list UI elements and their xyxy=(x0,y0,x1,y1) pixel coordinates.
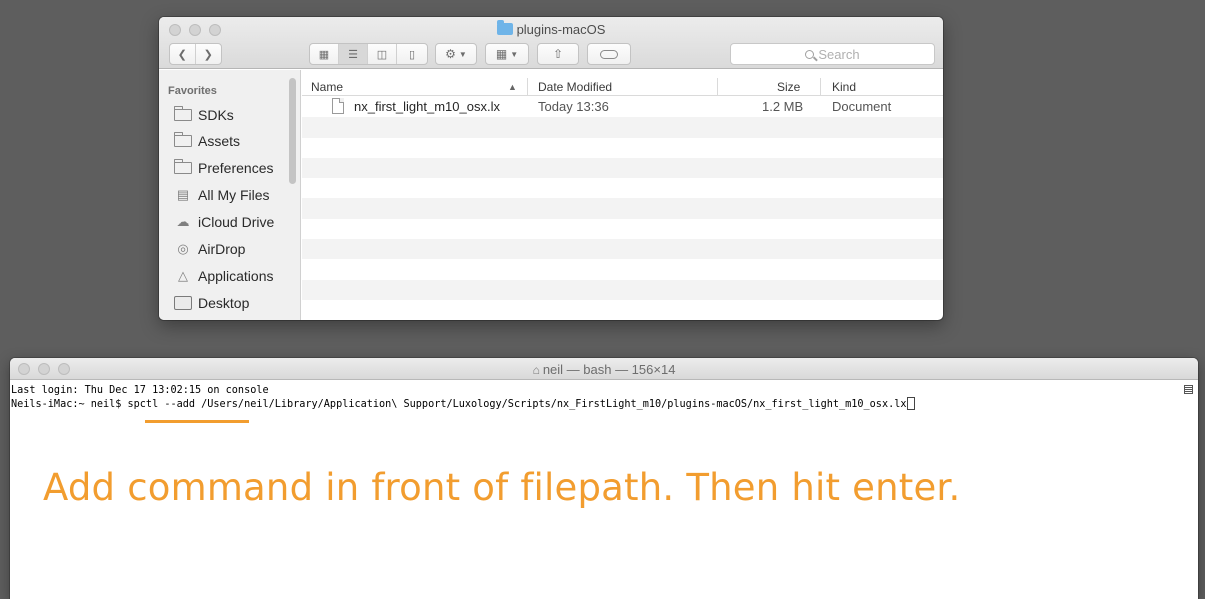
sidebar-item-applications[interactable]: △ Applications xyxy=(174,263,274,289)
folder-icon xyxy=(174,132,192,147)
sidebar-item-icloud-drive[interactable]: ☁ iCloud Drive xyxy=(174,209,275,235)
file-list: Name ▲ Date Modified Size Kind nx_first_… xyxy=(302,70,943,320)
scrollbar-icon[interactable] xyxy=(1184,385,1193,394)
applications-icon: △ xyxy=(178,268,188,283)
text-cursor xyxy=(907,397,916,410)
share-button[interactable]: ⇧ xyxy=(537,43,579,65)
column-header-name[interactable]: Name xyxy=(311,80,343,94)
list-icon: ☰ xyxy=(348,48,358,61)
finder-toolbar: plugins-macOS ❮ ❯ ▦ ☰ ◫ ▯ ⚙ ▼ ▦ ▼ ⇧ Search xyxy=(159,17,943,69)
desktop-icon xyxy=(174,296,192,310)
sidebar-item-assets[interactable]: Assets xyxy=(174,128,240,154)
columns-icon: ◫ xyxy=(376,48,388,61)
file-kind: Document xyxy=(832,99,892,114)
document-icon xyxy=(332,98,344,114)
sidebar: Favorites SDKs Assets Preferences ▤ All … xyxy=(159,70,301,320)
instruction-annotation: Add command in front of filepath. Then h… xyxy=(43,466,961,509)
folder-icon xyxy=(174,106,192,121)
sidebar-item-all-my-files[interactable]: ▤ All My Files xyxy=(174,182,270,208)
search-input[interactable]: Search xyxy=(730,43,935,65)
folder-icon xyxy=(174,159,192,174)
back-forward-buttons: ❮ ❯ xyxy=(169,43,222,65)
arrange-button[interactable]: ▦ ▼ xyxy=(485,43,529,65)
sidebar-item-desktop[interactable]: Desktop xyxy=(174,290,249,316)
folder-icon xyxy=(496,20,513,35)
sort-ascending-icon: ▲ xyxy=(508,82,517,92)
list-header: Name ▲ Date Modified Size Kind xyxy=(302,78,943,96)
chevron-left-icon: ❮ xyxy=(177,48,187,61)
all-files-icon: ▤ xyxy=(176,187,190,202)
list-view-button[interactable]: ☰ xyxy=(339,44,368,64)
chevron-right-icon: ❯ xyxy=(203,48,213,61)
grid-icon: ▦ xyxy=(318,48,330,61)
cover-flow-button[interactable]: ▯ xyxy=(397,44,427,64)
column-header-date-modified[interactable]: Date Modified xyxy=(538,80,612,94)
cloud-icon: ☁ xyxy=(176,214,190,229)
icon-view-button[interactable]: ▦ xyxy=(310,44,339,64)
column-divider[interactable] xyxy=(820,78,821,96)
chevron-down-icon: ▼ xyxy=(458,49,467,59)
column-divider[interactable] xyxy=(527,78,528,96)
window-title: plugins-macOS xyxy=(159,20,943,37)
column-view-button[interactable]: ◫ xyxy=(368,44,397,64)
search-icon xyxy=(805,49,815,59)
file-name: nx_first_light_m10_osx.lx xyxy=(354,99,500,114)
gear-icon: ⚙ xyxy=(445,47,456,61)
terminal-command-line[interactable]: Neils-iMac:~ neil$ spctl --add /Users/ne… xyxy=(11,397,916,411)
table-row[interactable]: nx_first_light_m10_osx.lx Today 13:36 1.… xyxy=(302,97,943,117)
share-icon: ⇧ xyxy=(552,47,564,61)
action-menu-button[interactable]: ⚙ ▼ xyxy=(435,43,477,65)
sidebar-item-sdks[interactable]: SDKs xyxy=(174,102,234,128)
arrange-icon: ▦ xyxy=(495,47,508,61)
column-divider[interactable] xyxy=(717,78,718,96)
file-size: 1.2 MB xyxy=(762,99,804,114)
cover-flow-icon: ▯ xyxy=(408,48,416,61)
sidebar-scrollbar[interactable] xyxy=(289,78,296,184)
window-title: ⌂ neil — bash — 156×14 xyxy=(532,362,676,377)
back-button[interactable]: ❮ xyxy=(170,44,196,64)
view-mode-control: ▦ ☰ ◫ ▯ xyxy=(309,43,428,65)
command-highlight-underline xyxy=(145,420,249,423)
sidebar-heading: Favorites xyxy=(168,85,217,97)
sidebar-item-preferences[interactable]: Preferences xyxy=(174,155,273,181)
column-header-size[interactable]: Size xyxy=(777,80,800,94)
sidebar-item-airdrop[interactable]: ◎ AirDrop xyxy=(174,236,245,262)
finder-window: plugins-macOS ❮ ❯ ▦ ☰ ◫ ▯ ⚙ ▼ ▦ ▼ ⇧ Search xyxy=(159,17,943,320)
tag-icon xyxy=(600,49,618,59)
column-header-kind[interactable]: Kind xyxy=(832,80,856,94)
list-stripes xyxy=(302,97,943,320)
forward-button[interactable]: ❯ xyxy=(196,44,221,64)
chevron-down-icon: ▼ xyxy=(510,49,519,59)
tags-button[interactable] xyxy=(587,43,631,65)
terminal-window: ⌂ neil — bash — 156×14 Last login: Thu De… xyxy=(10,358,1198,599)
terminal-output[interactable]: Last login: Thu Dec 17 13:02:15 on conso… xyxy=(10,381,1198,599)
file-date-modified: Today 13:36 xyxy=(538,99,609,114)
home-icon: ⌂ xyxy=(532,363,540,377)
terminal-titlebar: ⌂ neil — bash — 156×14 xyxy=(10,358,1198,380)
airdrop-icon: ◎ xyxy=(177,241,189,256)
terminal-line: Last login: Thu Dec 17 13:02:15 on conso… xyxy=(11,385,269,396)
